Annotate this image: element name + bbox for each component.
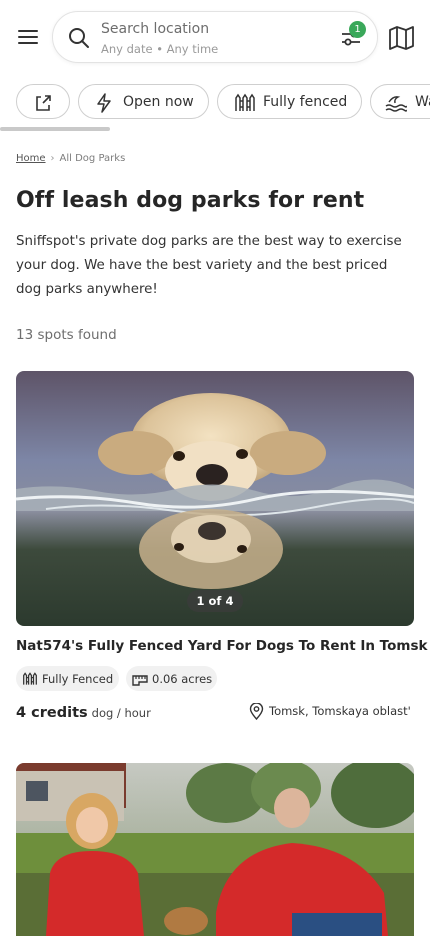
photo-counter: 1 of 4 bbox=[187, 590, 243, 612]
chip-open-now-label: Open now bbox=[123, 94, 194, 110]
price-credits: 4 credits bbox=[16, 705, 88, 721]
listing-price: 4 credits dog / hour bbox=[16, 702, 151, 721]
map-icon[interactable] bbox=[388, 26, 416, 50]
chip-fully-fenced-label: Fully fenced bbox=[263, 94, 348, 110]
breadcrumb-current: All Dog Parks bbox=[59, 153, 126, 164]
garden-people-photo bbox=[16, 763, 414, 936]
breadcrumb: Home › All Dog Parks bbox=[16, 153, 125, 164]
chips-scrollbar-thumb[interactable] bbox=[0, 127, 110, 131]
chip-open-now[interactable]: Open now bbox=[78, 84, 209, 119]
breadcrumb-home-link[interactable]: Home bbox=[16, 153, 46, 164]
chip-water[interactable]: Wa bbox=[370, 84, 430, 119]
search-date-time-label: Any date • Any time bbox=[101, 42, 219, 56]
listing-location: Tomsk, Tomskaya oblast' bbox=[249, 702, 430, 722]
filter-chips: Open now Fully fenced Wa bbox=[0, 84, 430, 120]
ruler-icon bbox=[132, 675, 148, 686]
search-icon bbox=[69, 28, 89, 48]
listing-photo[interactable]: 1 of 4 bbox=[16, 371, 414, 626]
breadcrumb-separator: › bbox=[50, 153, 55, 164]
listing-title[interactable]: Nat574's Fully Fenced Yard For Dogs To R… bbox=[16, 638, 427, 654]
tag-acreage-label: 0.06 acres bbox=[152, 672, 213, 686]
chip-fully-fenced[interactable]: Fully fenced bbox=[217, 84, 362, 119]
lightning-icon bbox=[97, 93, 111, 113]
results-count: 13 spots found bbox=[16, 327, 117, 343]
chip-water-label: Wa bbox=[415, 94, 430, 110]
listing-photo-2[interactable] bbox=[16, 763, 414, 936]
filter-count-badge: 1 bbox=[349, 21, 366, 38]
share-button[interactable] bbox=[16, 84, 70, 119]
page-title: Off leash dog parks for rent bbox=[16, 188, 365, 213]
fence-icon bbox=[235, 93, 255, 111]
dog-swimming-photo bbox=[16, 371, 414, 626]
share-icon bbox=[36, 95, 51, 111]
page-intro: Sniffspot's private dog parks are the be… bbox=[16, 234, 402, 297]
tag-fully-fenced-label: Fully Fenced bbox=[42, 672, 114, 686]
menu-icon[interactable] bbox=[16, 27, 40, 47]
search-location-label: Search location bbox=[101, 21, 210, 37]
top-bar: Search location Any date • Any time 1 bbox=[0, 0, 430, 78]
fence-icon bbox=[23, 672, 37, 685]
price-unit: dog / hour bbox=[91, 706, 151, 720]
chips-scrollbar[interactable] bbox=[0, 127, 430, 131]
search-bar[interactable]: Search location Any date • Any time 1 bbox=[52, 11, 378, 63]
location-text: Tomsk, Tomskaya oblast' bbox=[269, 704, 411, 718]
tag-fully-fenced: Fully Fenced bbox=[16, 666, 119, 691]
location-pin-icon bbox=[249, 703, 264, 720]
tag-acreage: 0.06 acres bbox=[126, 666, 217, 691]
water-icon bbox=[385, 96, 407, 112]
